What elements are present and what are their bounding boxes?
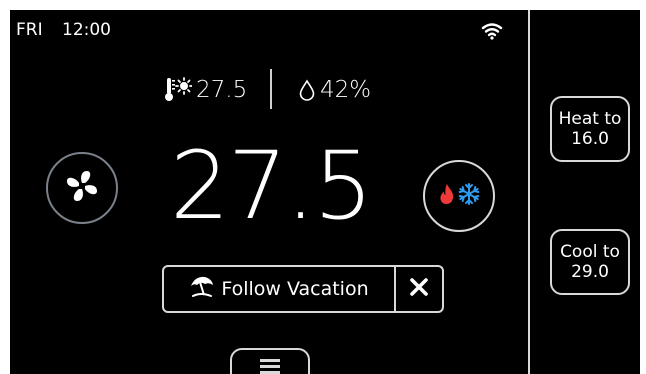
heat-setpoint-button[interactable]: Heat to 16.0 xyxy=(550,96,630,162)
indoor-humidity: 42% xyxy=(298,70,371,110)
droplet-icon xyxy=(298,79,316,101)
mode-button[interactable] xyxy=(423,160,495,232)
thermostat-screen: FRI 12:00 27.5 42% 27.5 Follow Vacation … xyxy=(10,10,640,374)
indoor-temperature: 27.5 xyxy=(164,70,247,110)
sidebar-divider xyxy=(528,10,530,374)
current-setpoint[interactable]: 27.5 xyxy=(170,132,373,242)
cool-setpoint-button[interactable]: Cool to 29.0 xyxy=(550,229,630,295)
fan-icon xyxy=(64,168,100,208)
menu-icon xyxy=(260,358,280,374)
cool-setpoint-label: Cool to xyxy=(560,242,620,262)
beach-umbrella-icon xyxy=(189,275,215,304)
day-label: FRI xyxy=(16,20,43,40)
vacation-control: Follow Vacation xyxy=(162,265,444,313)
menu-button[interactable] xyxy=(230,348,310,374)
cool-setpoint-value: 29.0 xyxy=(571,262,609,282)
close-icon xyxy=(409,277,429,301)
cancel-vacation-button[interactable] xyxy=(396,267,442,311)
wifi-icon xyxy=(481,22,503,40)
flame-icon xyxy=(438,183,456,209)
heat-setpoint-value: 16.0 xyxy=(571,129,609,149)
indoor-temperature-value: 27.5 xyxy=(196,77,248,103)
follow-vacation-button[interactable]: Follow Vacation xyxy=(164,267,394,311)
readout-divider xyxy=(270,69,272,109)
thermometer-sun-icon xyxy=(164,75,193,105)
time-label: 12:00 xyxy=(62,20,111,40)
heat-setpoint-label: Heat to xyxy=(558,109,622,129)
fan-button[interactable] xyxy=(46,152,118,224)
snowflake-icon xyxy=(458,183,480,209)
humidity-value: 42% xyxy=(320,77,372,103)
follow-vacation-label: Follow Vacation xyxy=(221,278,369,300)
